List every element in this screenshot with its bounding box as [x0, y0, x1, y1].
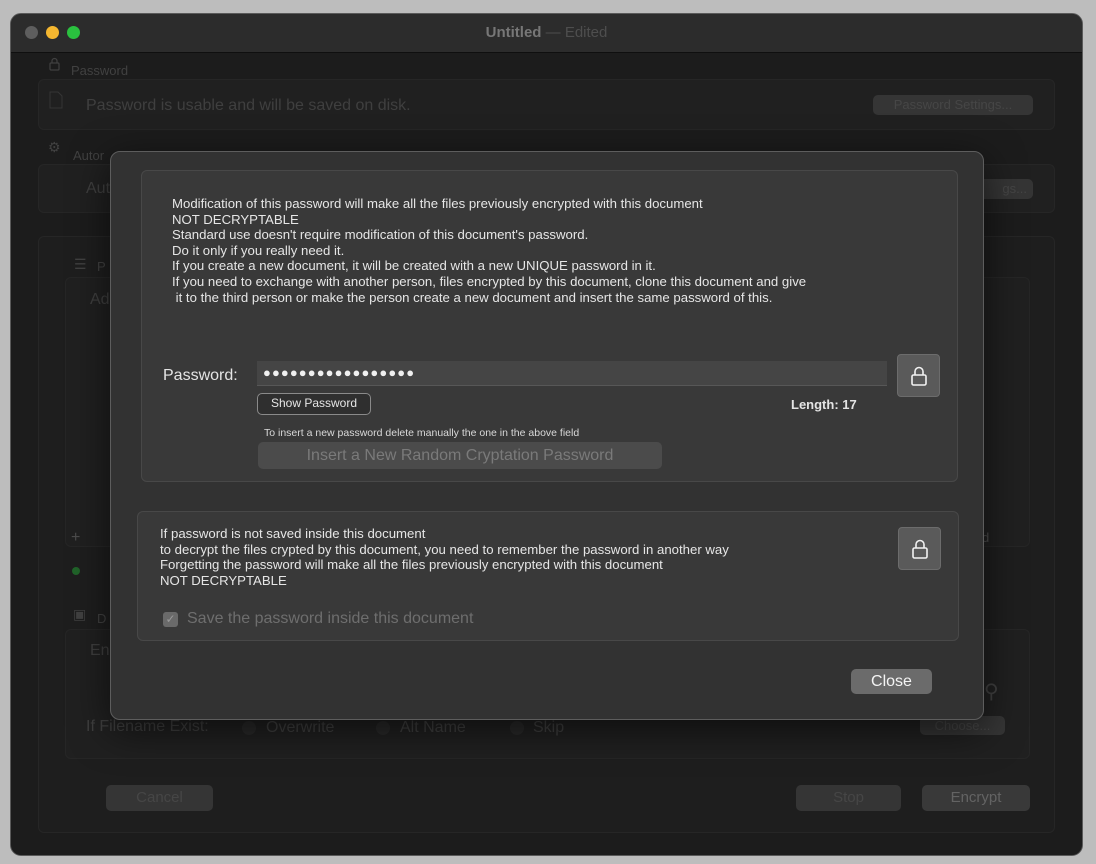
window-title: Untitled — Edited — [11, 24, 1082, 41]
warning-line: Do it only if you really need it. — [172, 242, 345, 258]
save-lock-button[interactable] — [898, 527, 941, 570]
save-warning-line: to decrypt the files crypted by this doc… — [160, 541, 729, 557]
insert-random-password-button[interactable]: Insert a New Random Cryptation Password — [258, 442, 662, 469]
edited-status: Edited — [564, 24, 608, 41]
lock-icon — [911, 539, 928, 559]
lock-icon — [910, 366, 927, 386]
warning-line: NOT DECRYPTABLE — [172, 211, 299, 227]
save-password-checkbox[interactable]: ✓ — [163, 612, 178, 627]
title-separator: — — [545, 24, 561, 41]
save-warning-line: If password is not saved inside this doc… — [160, 526, 426, 541]
save-warning-line: NOT DECRYPTABLE — [160, 572, 287, 588]
save-warning-text: If password is not saved inside this doc… — [160, 526, 729, 588]
password-settings-dialog: Modification of this password will make … — [110, 151, 984, 720]
warning-line: If you need to exchange with another per… — [172, 273, 807, 289]
warning-line: If you create a new document, it will be… — [172, 258, 656, 274]
length-value: 17 — [842, 397, 857, 412]
save-warning-line: Forgetting the password will make all th… — [160, 557, 663, 573]
password-field[interactable]: ●●●●●●●●●●●●●●●●● — [257, 361, 887, 386]
show-password-button[interactable]: Show Password — [257, 393, 371, 415]
password-label: Password: — [163, 367, 238, 384]
close-button[interactable]: Close — [851, 669, 932, 694]
warning-text: Modification of this password will make … — [172, 196, 806, 305]
warning-line: Standard use doesn't require modificatio… — [172, 227, 589, 243]
warning-line: it to the third person or make the perso… — [172, 289, 773, 305]
password-panel: Modification of this password will make … — [141, 170, 958, 482]
length-indicator: Length: 17 — [791, 397, 857, 412]
password-lock-button[interactable] — [897, 354, 940, 397]
title-bar: Untitled — Edited — [11, 14, 1082, 53]
new-password-hint: To insert a new password delete manually… — [264, 427, 580, 439]
save-password-panel: If password is not saved inside this doc… — [137, 511, 959, 641]
document-name: Untitled — [485, 24, 542, 41]
warning-line: Modification of this password will make … — [172, 196, 703, 211]
save-password-label: Save the password inside this document — [187, 610, 474, 627]
length-label: Length: — [791, 397, 839, 412]
